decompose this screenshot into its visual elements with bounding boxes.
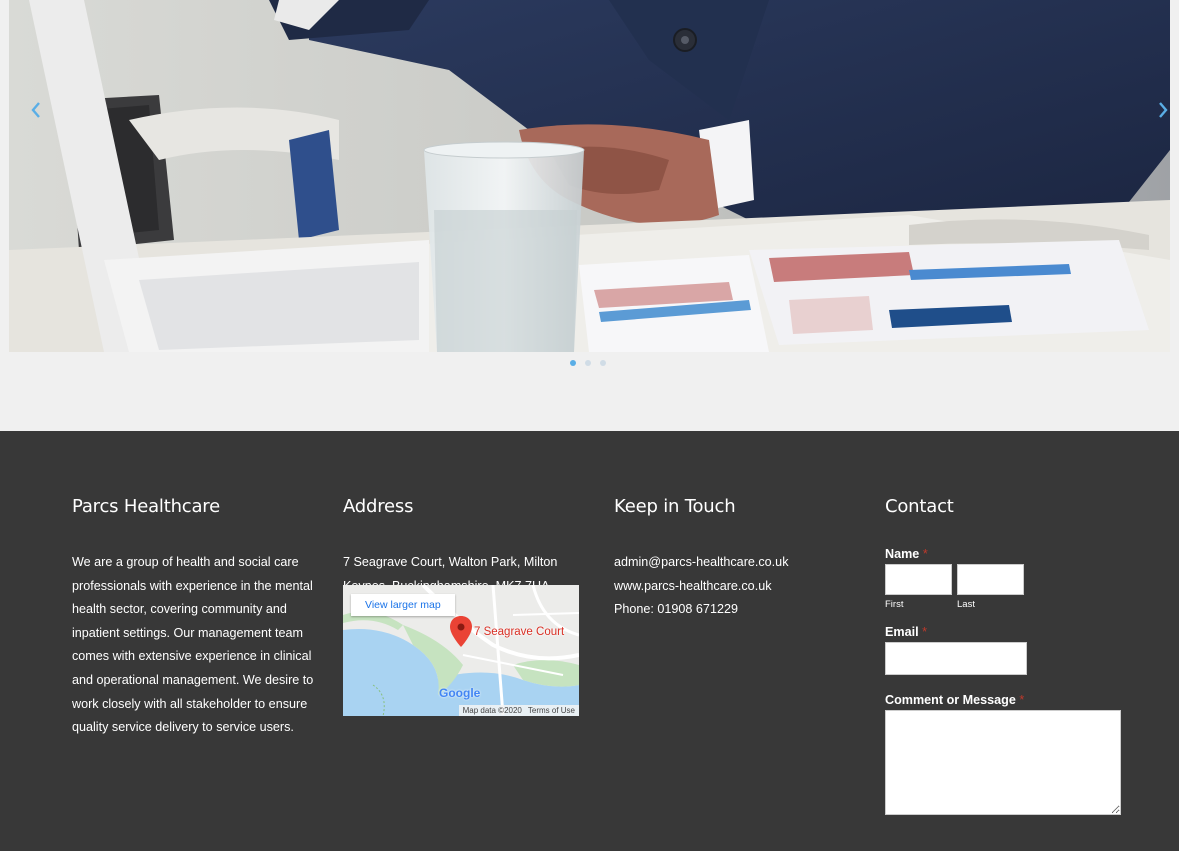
slider-dot-1[interactable] [570,360,576,366]
last-name-group: Last [957,564,1024,610]
google-logo: Google [439,686,481,700]
hero-slider [9,0,1170,352]
name-fields: First Last [885,564,1135,610]
first-name-group: First [885,564,952,610]
footer-about-column: Parcs Healthcare We are a group of healt… [72,496,317,740]
first-name-input[interactable] [885,564,952,595]
map-attribution: Map data ©2020 Terms of Use [458,705,579,716]
name-label: Name * [885,547,928,561]
slider-prev-button[interactable] [24,96,48,124]
terms-of-use-link[interactable]: Terms of Use [528,706,575,715]
contact-form: Name * First Last Email * Comment or Mes… [885,547,1135,815]
embedded-map[interactable]: View larger map 7 Seagrave Court Google … [343,585,579,716]
website-link[interactable]: www.parcs-healthcare.co.uk [614,575,854,599]
touch-heading: Keep in Touch [614,496,736,517]
about-heading: Parcs Healthcare [72,496,220,517]
footer-touch-column: Keep in Touch admin@parcs-healthcare.co.… [614,496,854,622]
chevron-right-icon [1159,102,1168,118]
required-mark: * [922,625,928,639]
touch-details: admin@parcs-healthcare.co.uk www.parcs-h… [614,551,854,622]
slider-next-button[interactable] [1151,96,1170,124]
first-name-sublabel: First [885,599,904,610]
about-text: We are a group of health and social care… [72,555,314,735]
slide-photo [9,0,1170,352]
required-mark: * [1019,693,1025,707]
slider-dot-3[interactable] [600,360,606,366]
address-heading: Address [343,496,414,517]
last-name-sublabel: Last [957,599,975,610]
message-textarea[interactable] [885,710,1121,815]
slider-pagination [570,360,606,366]
contact-heading: Contact [885,496,954,517]
message-label: Comment or Message * [885,693,1025,707]
chevron-left-icon [31,102,40,118]
email-label: Email * [885,625,928,639]
map-data-text: Map data ©2020 [462,706,522,715]
map-place-label: 7 Seagrave Court [474,626,565,638]
email-link[interactable]: admin@parcs-healthcare.co.uk [614,551,854,575]
site-footer: Parcs Healthcare We are a group of healt… [0,431,1179,851]
phone-text: Phone: 01908 671229 [614,602,738,617]
footer-address-column: Address 7 Seagrave Court, Walton Park, M… [343,496,583,716]
last-name-input[interactable] [957,564,1024,595]
email-input[interactable] [885,642,1027,675]
required-mark: * [922,547,928,561]
footer-contact-column: Contact Name * First Last Email * Commen… [885,496,1135,815]
slider-dot-2[interactable] [585,360,591,366]
view-larger-map-link[interactable]: View larger map [351,594,455,616]
